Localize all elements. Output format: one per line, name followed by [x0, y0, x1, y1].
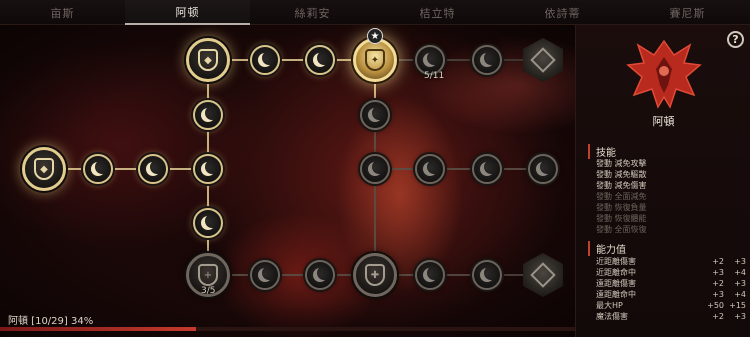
stat-value-b: +15	[729, 301, 746, 310]
moon-icon	[480, 268, 494, 282]
moon-node[interactable]	[193, 208, 223, 238]
stat-value-b: +4	[734, 290, 746, 299]
skill-item: 發動 全面減免	[596, 192, 647, 201]
stat-name: 遠距離命中	[596, 290, 636, 299]
skill-item: 發動 減免傷害	[596, 181, 647, 190]
moon-node[interactable]	[193, 154, 223, 184]
stat-name: 最大HP	[596, 301, 623, 310]
stat-value-b: +3	[734, 312, 746, 321]
hero-name: 阿頓	[652, 115, 675, 128]
tab-1[interactable]: 阿顿	[125, 0, 250, 25]
help-button[interactable]: ?	[727, 31, 744, 48]
stat-row: 遠距離命中 +3 +4	[596, 289, 746, 300]
moon-node[interactable]	[305, 45, 335, 75]
stat-row: 近距離命中 +3 +4	[596, 267, 746, 278]
stat-value-a: +3	[712, 290, 724, 299]
moon-node[interactable]	[305, 260, 335, 290]
stat-row: 遠距離傷害 +2 +3	[596, 278, 746, 289]
moon-node[interactable]	[360, 100, 390, 130]
stat-name: 遠距離傷害	[596, 279, 636, 288]
moon-node[interactable]	[472, 45, 502, 75]
stat-value-a: +2	[712, 312, 724, 321]
stats-list: 近距離傷害 +2 +3 近距離命中 +3 +4 遠距離傷害 +2 +3 遠距離命中 +3 +4 最大HP…	[596, 256, 746, 322]
moon-node[interactable]	[250, 260, 280, 290]
stat-row: 魔法傷害 +2 +3	[596, 311, 746, 322]
stats-heading: 能力值	[588, 241, 626, 256]
shield-icon: ◆	[34, 158, 54, 180]
moon-node[interactable]	[250, 45, 280, 75]
moon-icon	[91, 162, 105, 176]
tree-progress-text: 阿頓 [10/29] 34%	[8, 316, 94, 327]
class-tabs: 亩斯 阿顿 絲莉安 桔立特 依詩蒂 賽尼斯	[0, 0, 750, 25]
emblem-icon: ✦	[365, 49, 385, 71]
moon-node[interactable]	[83, 154, 113, 184]
stat-value-b: +4	[734, 268, 746, 277]
plus-emblem-icon: +	[198, 264, 218, 286]
hex-emblem-icon	[530, 47, 556, 73]
moon-icon	[146, 162, 160, 176]
moon-node[interactable]	[193, 100, 223, 130]
moon-icon	[423, 162, 437, 176]
selected-emblem-node[interactable]: ✦	[353, 38, 397, 82]
shield-node-top[interactable]: ◆	[186, 38, 230, 82]
moon-icon	[258, 268, 272, 282]
moon-icon	[258, 53, 272, 67]
node-counter-bottom: 3/5	[201, 286, 216, 296]
tab-3[interactable]: 桔立特	[375, 0, 500, 25]
moon-node[interactable]	[415, 154, 445, 184]
skill-item: 發動 減免驅散	[596, 170, 647, 179]
moon-node[interactable]	[415, 260, 445, 290]
skill-tree-map: ◆ ✦ ★ 5/11 ◆ + 3/5 ✚	[0, 25, 575, 337]
hex-emblem-icon	[530, 262, 556, 288]
skills-heading: 技能	[588, 144, 616, 159]
moon-node[interactable]	[360, 154, 390, 184]
moon-node[interactable]	[472, 260, 502, 290]
stat-row: 近距離傷害 +2 +3	[596, 256, 746, 267]
star-icon: ★	[367, 28, 383, 44]
moon-icon	[313, 53, 327, 67]
moon-node[interactable]	[528, 154, 558, 184]
stat-row: 最大HP +50 +15	[596, 300, 746, 311]
moon-node[interactable]	[138, 154, 168, 184]
stat-name: 魔法傷害	[596, 312, 628, 321]
moon-node[interactable]	[472, 154, 502, 184]
moon-icon	[201, 162, 215, 176]
moon-icon	[423, 53, 437, 67]
moon-icon	[480, 53, 494, 67]
tab-5[interactable]: 賽尼斯	[625, 0, 750, 25]
stat-value-b: +3	[734, 257, 746, 266]
stat-value-a: +50	[707, 301, 724, 310]
moon-icon	[201, 108, 215, 122]
skills-list: 發動 減免攻擊 發動 減免驅散 發動 減免傷害 發動 全面減免 發動 恢復負量 發動 恢復…	[596, 158, 647, 235]
tab-0[interactable]: 亩斯	[0, 0, 125, 25]
moon-icon	[313, 268, 327, 282]
node-counter-top: 5/11	[424, 71, 445, 81]
tree-progress-bar	[0, 327, 575, 331]
moon-icon	[423, 268, 437, 282]
stat-value-a: +3	[712, 268, 724, 277]
moon-icon	[368, 108, 382, 122]
stat-name: 近距離傷害	[596, 257, 636, 266]
class-crest-icon	[626, 39, 702, 109]
stat-value-b: +3	[734, 279, 746, 288]
skill-item: 發動 恢復體能	[596, 214, 647, 223]
stat-name: 近距離命中	[596, 268, 636, 277]
skill-item: 發動 全面恢復	[596, 225, 647, 234]
tree-progress-fill	[0, 327, 196, 331]
stat-value-a: +2	[712, 257, 724, 266]
shield-node-start[interactable]: ◆	[22, 147, 66, 191]
skill-item: 發動 減免攻擊	[596, 159, 647, 168]
moon-icon	[368, 162, 382, 176]
tab-2[interactable]: 絲莉安	[250, 0, 375, 25]
moon-icon	[480, 162, 494, 176]
cross-emblem-icon: ✚	[365, 264, 385, 286]
moon-icon	[536, 162, 550, 176]
skill-item: 發動 恢復負量	[596, 203, 647, 212]
info-panel: ? 阿頓 技能 發動 減免攻擊 發動 減免驅散 發動 減免傷害 發動 全面減免 發動 恢…	[575, 25, 750, 337]
stat-value-a: +2	[712, 279, 724, 288]
tab-4[interactable]: 依詩蒂	[500, 0, 625, 25]
shield-icon: ◆	[198, 49, 218, 71]
moon-icon	[201, 216, 215, 230]
cross-node-bottom[interactable]: ✚	[353, 253, 397, 297]
